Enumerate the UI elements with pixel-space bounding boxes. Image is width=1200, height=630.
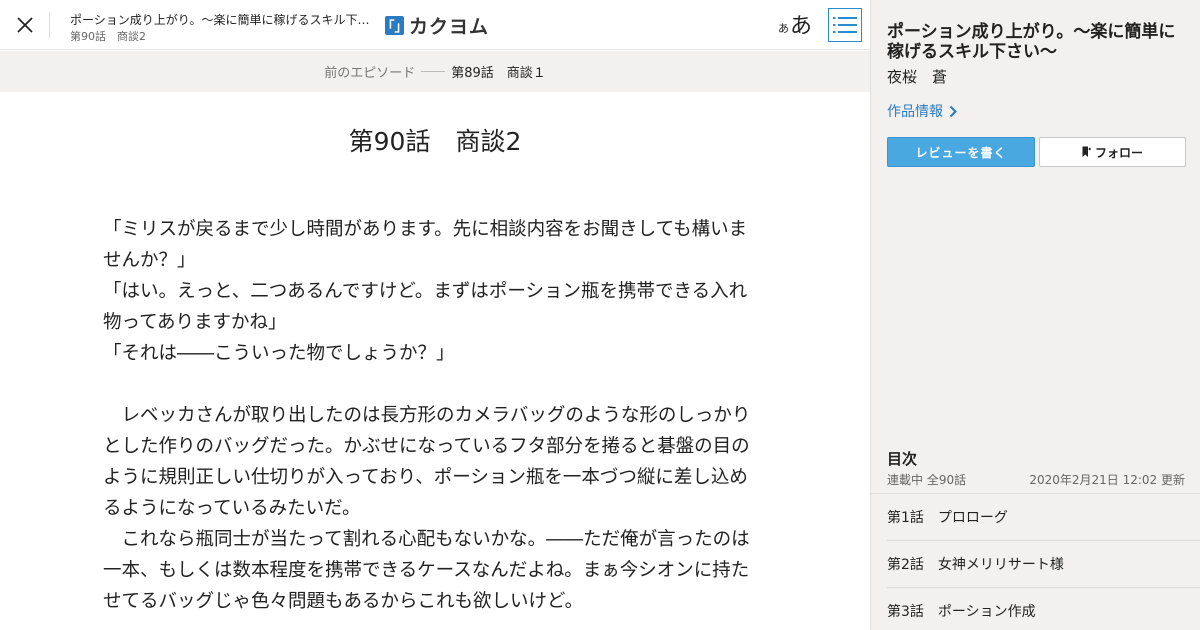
chevron-right-icon [949,105,957,117]
follow-button[interactable]: フォロー [1039,137,1186,167]
write-review-button[interactable]: レビューを書く [887,137,1035,167]
toc-list: 第1話 プロローグ 第2話 女神メリリサート様 第3話 ポーション作成 [871,493,1200,630]
bookmark-plus-icon [1082,146,1091,157]
follow-label: フォロー [1094,145,1143,160]
toc-updated-date: 2020年2月21日 12:02 更新 [1029,473,1185,487]
previous-episode-bar[interactable]: 前のエピソード 第89話 商談１ [0,51,870,92]
prev-divider-line [421,71,446,72]
body-paragraph: 「はい。えっと、二つあるんですけど。まずはポーション瓶を携帯できる入れ物ってあり… [103,281,748,333]
toc-toggle-button[interactable] [828,8,862,42]
work-info-label: 作品情報 [887,104,943,120]
body-paragraph: 「それは――こういった物でしょうか？」 [103,343,455,364]
logo-text: カクヨム [409,15,490,38]
logo-mark-icon: 「」 [382,15,408,35]
close-icon [17,17,33,33]
toc-status: 連載中 全90話 [887,473,967,487]
work-info-link[interactable]: 作品情報 [887,101,957,121]
font-size-button[interactable]: あ あ [778,8,812,40]
kakuyomu-logo[interactable]: 「」 カクヨム [382,12,490,38]
divider [49,12,50,38]
sidebar-work-title[interactable]: ポーション成り上がり。～楽に簡単に稼げるスキル下さい～ [887,22,1187,62]
toc-item[interactable]: 第1話 プロローグ [887,494,1200,541]
top-bar: ポーション成り上がり。～楽に簡単に稼げるスキル下さい～ 第90話 商談2 「」 … [0,0,870,50]
episode-title: 第90話 商談2 [348,127,522,156]
work-title-link[interactable]: ポーション成り上がり。～楽に簡単に稼げるスキル下さい～ [70,11,375,28]
episode-body: 「ミリスが戻るまで少し時間があります。先に相談内容をお聞きしても構いませんか？」… [103,214,755,617]
body-paragraph: これなら瓶同士が当たって割れる心配もないかな。――ただ俺が言ったのは一本、もしく… [103,529,750,612]
reader-main: ポーション成り上がり。～楽に簡単に稼げるスキル下さい～ 第90話 商談2 「」 … [0,0,870,630]
font-size-small-glyph: あ [778,22,789,35]
prev-episode-label[interactable]: 前のエピソード [324,62,415,81]
close-button[interactable] [12,12,38,38]
toc-item[interactable]: 第3話 ポーション作成 [887,588,1200,630]
toc-heading: 目次 [887,450,918,468]
body-paragraph: 「ミリスが戻るまで少し時間があります。先に相談内容をお聞きしても構いませんか？」 [103,219,748,271]
prev-episode-title[interactable]: 第89話 商談１ [451,62,546,81]
current-episode-label: 第90話 商談2 [70,30,146,43]
body-paragraph: レベッカさんが取り出したのは長方形のカメラバッグのような形のしっかりとした作りの… [103,405,751,519]
toc-item[interactable]: 第2話 女神メリリサート様 [887,541,1200,588]
font-size-big-glyph: あ [790,14,813,39]
sidebar-author[interactable]: 夜桜 蒼 [887,66,947,87]
work-sidebar: ポーション成り上がり。～楽に簡単に稼げるスキル下さい～ 夜桜 蒼 作品情報 レビ… [870,0,1200,630]
list-icon [833,17,857,33]
body-blank-line [103,369,755,400]
